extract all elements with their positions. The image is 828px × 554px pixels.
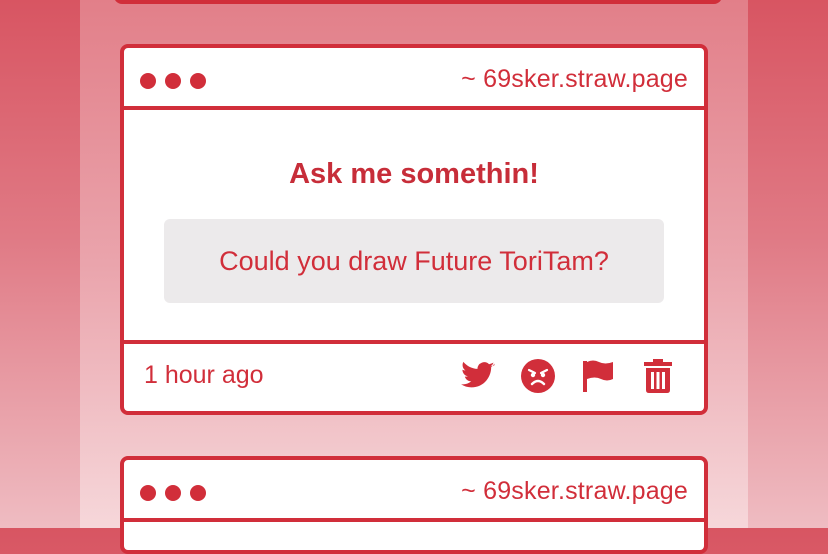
previous-card-edge (114, 0, 722, 4)
dot-icon (140, 485, 156, 501)
card-footer: 1 hour ago (124, 344, 704, 410)
twitter-icon[interactable] (460, 358, 496, 394)
angry-face-icon[interactable] (520, 358, 556, 394)
card-header: ~ 69sker.straw.page (124, 48, 704, 110)
flag-icon[interactable] (580, 358, 616, 394)
trash-icon[interactable] (640, 358, 676, 394)
card-actions (460, 358, 676, 394)
question-card: ~ 69sker.straw.page Ask me somethin! Cou… (120, 44, 708, 415)
window-dots (140, 73, 206, 89)
card-header: ~ 69sker.straw.page (124, 460, 704, 522)
site-url: ~ 69sker.straw.page (461, 65, 688, 93)
question-card: ~ 69sker.straw.page (120, 456, 708, 554)
question-text: Could you draw Future ToriTam? (164, 219, 664, 303)
dot-icon (165, 485, 181, 501)
site-url: ~ 69sker.straw.page (461, 477, 688, 505)
dot-icon (140, 73, 156, 89)
window-dots (140, 485, 206, 501)
card-title: Ask me somethin! (289, 158, 539, 190)
dot-icon (190, 485, 206, 501)
dot-icon (190, 73, 206, 89)
dot-icon (165, 73, 181, 89)
card-body: Ask me somethin! Could you draw Future T… (124, 110, 704, 344)
timestamp: 1 hour ago (144, 361, 264, 389)
